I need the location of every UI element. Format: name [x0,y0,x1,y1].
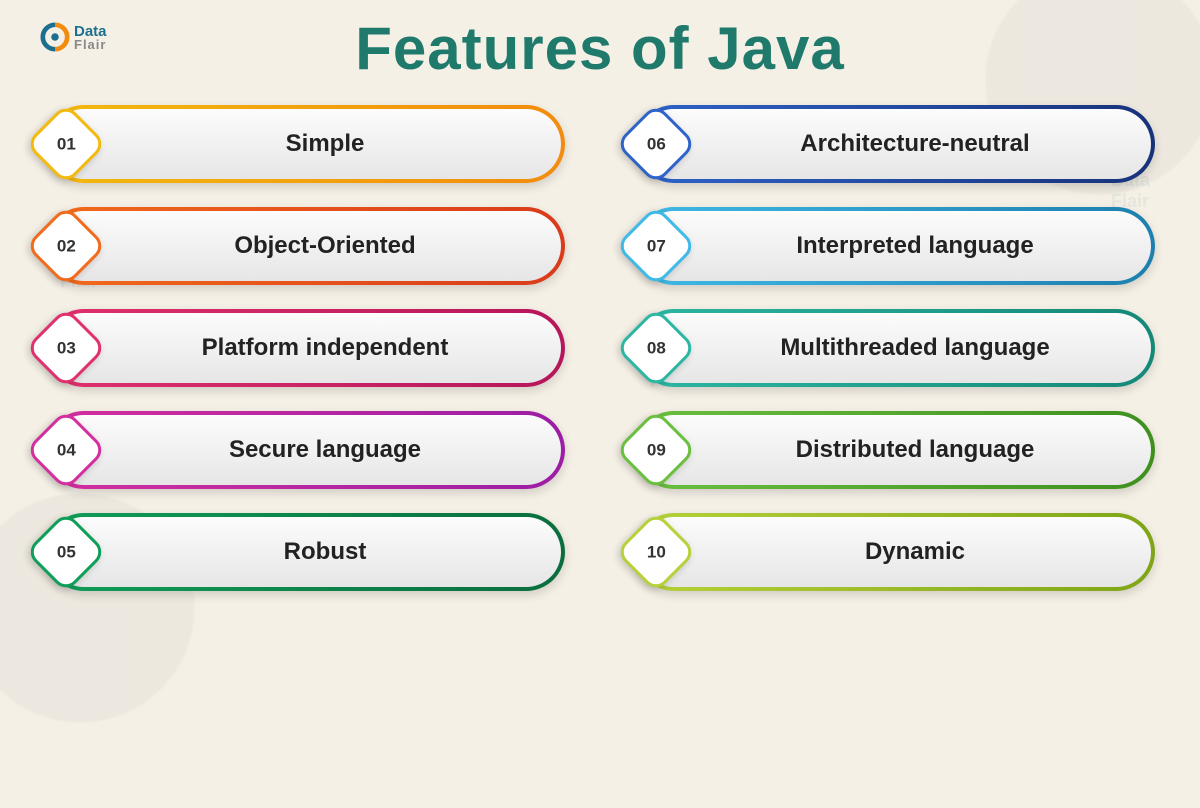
feature-number: 09 [647,440,666,460]
feature-number: 07 [647,236,666,256]
feature-number: 03 [57,338,76,358]
feature-pill: Robust 05 [45,513,565,591]
feature-label: Dynamic [825,538,965,566]
feature-pill: Multithreaded language 08 [635,309,1155,387]
feature-pill-inner: Interpreted language [639,211,1151,281]
feature-pill-inner: Secure language [49,415,561,485]
feature-label: Distributed language [756,436,1035,464]
feature-number: 01 [57,134,76,154]
feature-pill-inner: Multithreaded language [639,313,1151,383]
feature-label: Robust [244,538,367,566]
feature-pill-inner: Platform independent [49,313,561,383]
feature-label: Object-Oriented [194,232,415,260]
feature-pill-inner: Simple [49,109,561,179]
feature-label: Interpreted language [756,232,1033,260]
feature-pill-inner: Object-Oriented [49,211,561,281]
feature-number: 05 [57,542,76,562]
feature-pill: Interpreted language 07 [635,207,1155,285]
feature-number: 08 [647,338,666,358]
feature-pill: Secure language 04 [45,411,565,489]
feature-pill-inner: Architecture-neutral [639,109,1151,179]
page-title: Features of Java [0,0,1200,83]
features-column-right: Architecture-neutral 06 Interpreted langua… [635,105,1155,591]
feature-label: Multithreaded language [740,334,1049,362]
feature-pill: Simple 01 [45,105,565,183]
feature-pill: Architecture-neutral 06 [635,105,1155,183]
feature-number: 06 [647,134,666,154]
feature-pill: Distributed language 09 [635,411,1155,489]
feature-number: 04 [57,440,76,460]
feature-label: Architecture-neutral [760,130,1029,158]
feature-pill: Platform independent 03 [45,309,565,387]
feature-pill-inner: Distributed language [639,415,1151,485]
feature-label: Platform independent [162,334,449,362]
feature-pill-inner: Robust [49,517,561,587]
feature-label: Secure language [189,436,421,464]
feature-number: 02 [57,236,76,256]
features-grid: Simple 01 Object-Oriented 02 Platform indepe… [0,105,1200,591]
feature-pill-inner: Dynamic [639,517,1151,587]
feature-number: 10 [647,542,666,562]
features-column-left: Simple 01 Object-Oriented 02 Platform indepe… [45,105,565,591]
feature-pill: Object-Oriented 02 [45,207,565,285]
feature-label: Simple [246,130,365,158]
feature-pill: Dynamic 10 [635,513,1155,591]
